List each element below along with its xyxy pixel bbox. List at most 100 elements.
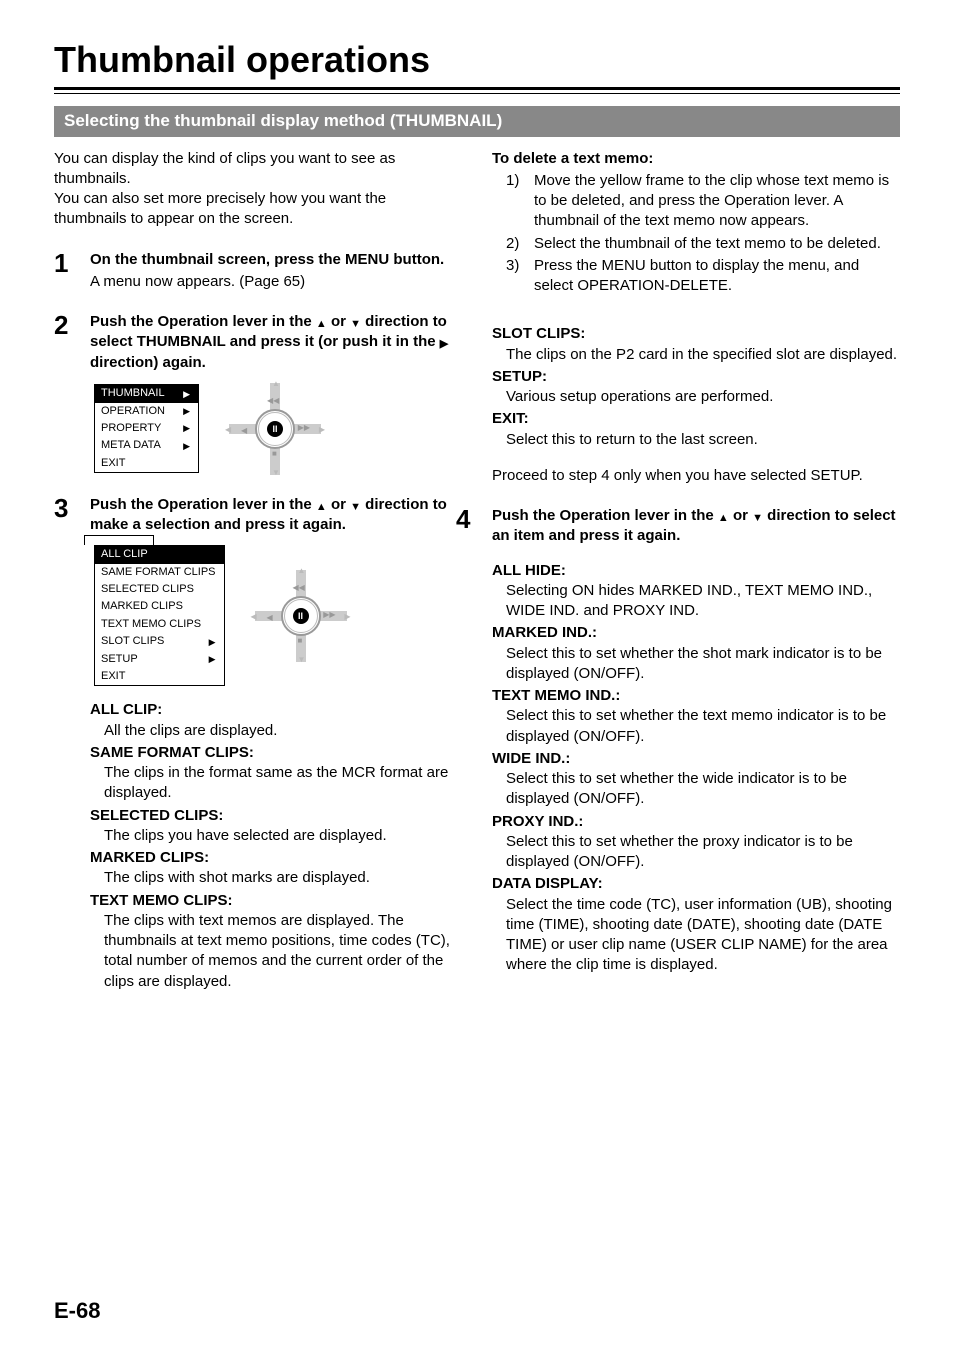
page-number: E-68 (54, 1296, 100, 1326)
step-4: 4 Push the Operation lever in the ▲ or ▼… (456, 504, 900, 978)
proceed-note: Proceed to step 4 only when you have sel… (492, 466, 900, 486)
delete-step-text: Press the MENU button to display the men… (534, 256, 900, 297)
def-term: ALL HIDE: (492, 561, 900, 581)
menu-item: META DATA▶ (95, 437, 198, 454)
up-triangle-icon: ▲ (316, 317, 327, 332)
submenu-arrow-icon: ▶ (183, 388, 190, 401)
def-term: MARKED IND.: (492, 623, 900, 643)
joystick-icon: ▲▼ ◀▶ ◀◀■ ◀▶▶ II (229, 383, 321, 475)
menu-item: EXIT (95, 668, 224, 685)
menu-item: SAME FORMAT CLIPS (95, 564, 224, 581)
intro-line-1: You can display the kind of clips you wa… (54, 149, 462, 190)
menu-item: THUMBNAIL▶ (95, 385, 198, 402)
delete-step: 2) Select the thumbnail of the text memo … (506, 234, 900, 254)
intro-block: You can display the kind of clips you wa… (54, 149, 462, 230)
delete-step-number: 1) (506, 171, 526, 232)
def-desc: Select the time code (TC), user informat… (506, 895, 900, 976)
def-term: SLOT CLIPS: (492, 324, 900, 344)
menu-item: SELECTED CLIPS (95, 581, 224, 598)
delete-step-number: 2) (506, 234, 526, 254)
def-term: SAME FORMAT CLIPS: (90, 743, 462, 763)
intro-line-2: You can also set more precisely how you … (54, 189, 462, 230)
step-3-text-a: Push the Operation lever in the (90, 496, 316, 513)
step-2-text-b: or (327, 313, 350, 330)
menu-thumbnail: THUMBNAIL▶OPERATION▶PROPERTY▶META DATA▶E… (94, 384, 199, 473)
step-3-text-b: or (327, 496, 350, 513)
delete-step-number: 3) (506, 256, 526, 297)
step-4-text-b: or (729, 507, 752, 524)
def-desc: The clips with shot marks are displayed. (104, 868, 462, 888)
menu-item: ALL CLIP (95, 546, 224, 563)
step-4-indicator-defs: ALL HIDE:Selecting ON hides MARKED IND.,… (492, 561, 900, 976)
submenu-arrow-icon: ▶ (209, 653, 216, 666)
menu-tab-decoration (84, 535, 154, 545)
menu-item: SETUP▶ (95, 651, 224, 668)
def-desc: Select this to set whether the text memo… (506, 706, 900, 747)
joystick-icon: ▲▼ ◀▶ ◀◀■ ◀▶▶ II (255, 570, 347, 662)
def-term: TEXT MEMO IND.: (492, 686, 900, 706)
def-desc: Select this to return to the last screen… (506, 430, 900, 450)
delete-step-text: Select the thumbnail of the text memo to… (534, 234, 881, 254)
submenu-arrow-icon: ▶ (183, 422, 190, 435)
rule-thin (54, 93, 900, 94)
section-heading: Selecting the thumbnail display method (… (54, 106, 900, 137)
delete-step: 1)Move the yellow frame to the clip whos… (506, 171, 900, 232)
page-title: Thumbnail operations (54, 36, 900, 85)
def-desc: Various setup operations are performed. (506, 387, 900, 407)
menu-item: SLOT CLIPS▶ (95, 633, 224, 650)
def-desc: Select this to set whether the wide indi… (506, 769, 900, 810)
def-term: PROXY IND.: (492, 812, 900, 832)
menu-item: OPERATION▶ (95, 403, 198, 420)
def-term: ALL CLIP: (90, 700, 462, 720)
step-1-number: 1 (54, 248, 90, 293)
def-term: DATA DISPLAY: (492, 874, 900, 894)
step-3-number: 3 (54, 493, 90, 536)
rule-thick (54, 87, 900, 90)
slot-setup-exit-defs: SLOT CLIPS:The clips on the P2 card in t… (492, 324, 900, 450)
menu-allclip: ALL CLIPSAME FORMAT CLIPSSELECTED CLIPSM… (94, 545, 225, 686)
def-desc: The clips on the P2 card in the specifie… (506, 345, 900, 365)
step-1: 1 On the thumbnail screen, press the MEN… (54, 248, 462, 293)
step-3-figure: ALL CLIPSAME FORMAT CLIPSSELECTED CLIPSM… (94, 545, 462, 686)
left-column: You can display the kind of clips you wa… (54, 149, 462, 994)
def-desc: The clips you have selected are displaye… (104, 826, 462, 846)
step-2-number: 2 (54, 310, 90, 373)
clip-type-definitions: ALL CLIP:All the clips are displayed.SAM… (90, 700, 462, 992)
step-3: 3 Push the Operation lever in the ▲ or ▼… (54, 493, 462, 536)
step-2-figure: THUMBNAIL▶OPERATION▶PROPERTY▶META DATA▶E… (94, 383, 462, 475)
step-1-bold: On the thumbnail screen, press the MENU … (90, 250, 462, 270)
step-4-number: 4 (456, 504, 492, 978)
step-2-text-a: Push the Operation lever in the (90, 313, 316, 330)
menu-item: EXIT (95, 455, 198, 472)
step-2-text-d: direction) again. (90, 354, 206, 371)
menu-item: TEXT MEMO CLIPS (95, 616, 224, 633)
step-4-text-a: Push the Operation lever in the (492, 507, 718, 524)
delete-step: 3)Press the MENU button to display the m… (506, 256, 900, 297)
step-1-body: A menu now appears. (Page 65) (90, 272, 462, 292)
def-desc: Selecting ON hides MARKED IND., TEXT MEM… (506, 581, 900, 622)
def-desc: Select this to set whether the proxy ind… (506, 832, 900, 873)
delete-memo-steps: 1)Move the yellow frame to the clip whos… (506, 171, 900, 297)
def-term: SETUP: (492, 367, 900, 387)
menu-item: MARKED CLIPS (95, 598, 224, 615)
down-triangle-icon: ▼ (350, 317, 361, 332)
step-4-bold: Push the Operation lever in the ▲ or ▼ d… (492, 506, 900, 547)
def-term: EXIT: (492, 409, 900, 429)
right-column: To delete a text memo: 1)Move the yellow… (492, 149, 900, 994)
right-triangle-icon: ▶ (440, 337, 448, 352)
down-triangle-icon: ▼ (752, 511, 763, 526)
delete-memo-heading: To delete a text memo: (492, 149, 900, 169)
def-term: MARKED CLIPS: (90, 848, 462, 868)
step-2-bold: Push the Operation lever in the ▲ or ▼ d… (90, 312, 462, 373)
def-desc: Select this to set whether the shot mark… (506, 644, 900, 685)
menu-item: PROPERTY▶ (95, 420, 198, 437)
up-triangle-icon: ▲ (718, 511, 729, 526)
def-term: WIDE IND.: (492, 749, 900, 769)
def-desc: The clips in the format same as the MCR … (104, 763, 462, 804)
step-2: 2 Push the Operation lever in the ▲ or ▼… (54, 310, 462, 373)
def-term: TEXT MEMO CLIPS: (90, 891, 462, 911)
delete-step-text: Move the yellow frame to the clip whose … (534, 171, 900, 232)
up-triangle-icon: ▲ (316, 500, 327, 515)
step-3-bold: Push the Operation lever in the ▲ or ▼ d… (90, 495, 462, 536)
def-desc: All the clips are displayed. (104, 721, 462, 741)
